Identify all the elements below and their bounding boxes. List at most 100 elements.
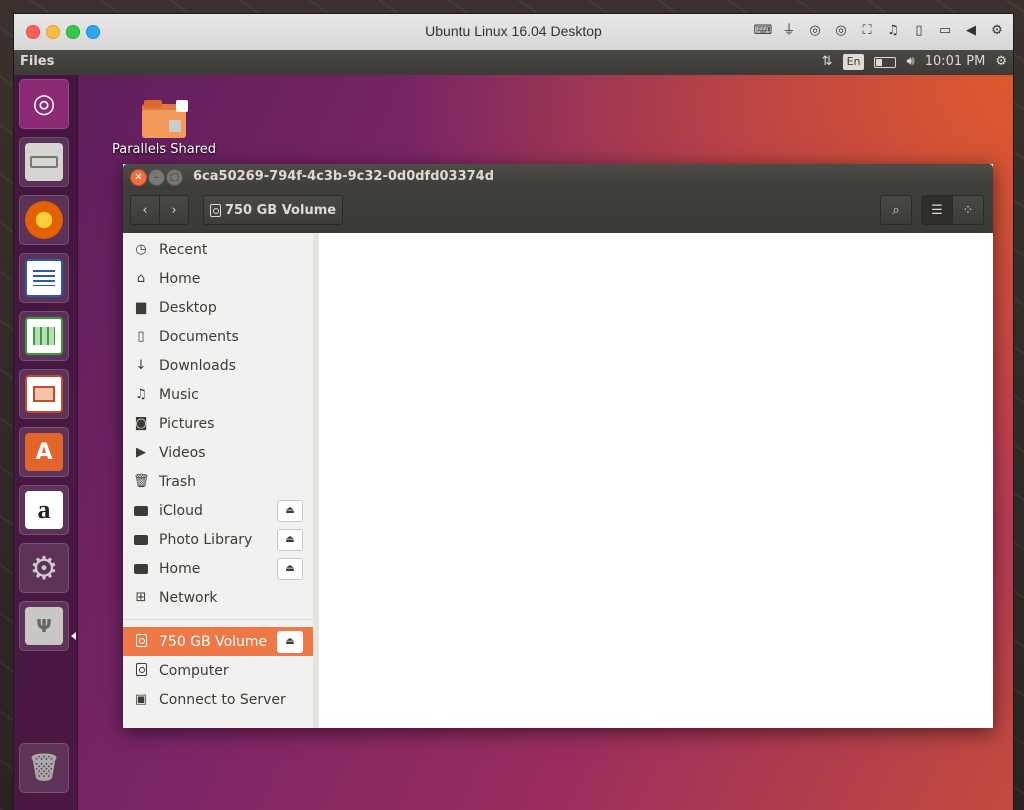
parallels-shared-desktop-icon[interactable]: Parallels Shared bbox=[109, 100, 219, 157]
app-menu-title[interactable]: Files bbox=[20, 54, 54, 69]
launcher-calc[interactable] bbox=[19, 311, 69, 361]
sidebar-item-computer[interactable]: Computer bbox=[123, 656, 313, 685]
files-window: ✕ – ▢ 6ca50269-794f-4c3b-9c32-0d0dfd0337… bbox=[123, 164, 993, 728]
sidebar-item-documents[interactable]: ▯ Documents bbox=[123, 322, 313, 351]
sidebar-item-network[interactable]: ⊞ Network bbox=[123, 583, 313, 612]
network-indicator-icon[interactable]: ⇅ bbox=[822, 52, 833, 72]
disk-icon bbox=[133, 633, 149, 650]
search-button[interactable]: ⌕ bbox=[880, 195, 912, 225]
trash-bin-icon: 🗑︎ bbox=[27, 753, 61, 783]
sidebar-item-icloud[interactable]: iCloud ⏏ bbox=[123, 496, 313, 525]
sidebar-item-trash[interactable]: 🗑︎ Trash bbox=[123, 467, 313, 496]
ubuntu-dash-button[interactable]: ◎ bbox=[19, 79, 69, 129]
window-maximize-button[interactable]: ▢ bbox=[166, 169, 183, 186]
eject-button[interactable]: ⏏ bbox=[277, 630, 303, 653]
cd-icon[interactable]: ◎ bbox=[805, 21, 825, 41]
eject-button[interactable]: ⏏ bbox=[277, 528, 303, 551]
cd-icon[interactable]: ◎ bbox=[831, 21, 851, 41]
launcher-trash[interactable]: 🗑︎ bbox=[19, 743, 69, 793]
sidebar-item-pictures[interactable]: ◙ Pictures bbox=[123, 409, 313, 438]
sidebar-item-label: Pictures bbox=[159, 415, 215, 432]
places-sidebar: ◷ Recent ⌂ Home ▆ Desktop ▯ Documents ↓ … bbox=[123, 233, 314, 728]
sidebar-item-downloads[interactable]: ↓ Downloads bbox=[123, 351, 313, 380]
sidebar-item-desktop[interactable]: ▆ Desktop bbox=[123, 293, 313, 322]
sidebar-item-music[interactable]: ♫ Music bbox=[123, 380, 313, 409]
keyboard-layout-indicator[interactable]: En bbox=[842, 54, 865, 70]
sidebar-item-label: Videos bbox=[159, 444, 206, 461]
drive-icon bbox=[133, 503, 149, 519]
launcher-active-arrow bbox=[71, 632, 76, 640]
arrow-left-icon[interactable]: ◀ bbox=[961, 21, 981, 41]
launcher-software[interactable]: A bbox=[19, 427, 69, 477]
disk-icon bbox=[133, 662, 149, 679]
list-view-icon: ☰ bbox=[931, 202, 943, 218]
sidebar-item-home[interactable]: ⌂ Home bbox=[123, 264, 313, 293]
chevron-left-icon: ‹ bbox=[142, 202, 148, 218]
eject-button[interactable]: ⏏ bbox=[277, 557, 303, 580]
eject-button[interactable]: ⏏ bbox=[277, 499, 303, 522]
launcher-writer[interactable] bbox=[19, 253, 69, 303]
volume-icon[interactable]: 🔊︎ bbox=[906, 52, 914, 72]
sound-icon[interactable]: ♫ bbox=[883, 21, 903, 41]
folder-sync-icon[interactable]: ▭ bbox=[935, 21, 955, 41]
launcher-usb-drive[interactable]: Ψ bbox=[19, 601, 69, 651]
path-bar-label: 750 GB Volume bbox=[224, 202, 337, 218]
window-close-button[interactable]: ✕ bbox=[130, 169, 147, 186]
session-gear-icon[interactable]: ⚙ bbox=[995, 52, 1007, 72]
chevron-right-icon: › bbox=[171, 202, 177, 218]
window-minimize-button[interactable]: – bbox=[148, 169, 165, 186]
sidebar-item-videos[interactable]: ▶ Videos bbox=[123, 438, 313, 467]
usb-icon[interactable]: ⏚ bbox=[779, 21, 799, 41]
battery-icon[interactable] bbox=[874, 56, 897, 68]
back-button[interactable]: ‹ bbox=[130, 195, 160, 225]
sidebar-item-label: Home bbox=[159, 270, 201, 287]
eject-icon: ⏏ bbox=[285, 563, 295, 574]
sidebar-item-home-drive[interactable]: Home ⏏ bbox=[123, 554, 313, 583]
sidebar-item-recent[interactable]: ◷ Recent bbox=[123, 235, 313, 264]
launcher-firefox[interactable] bbox=[19, 195, 69, 245]
device-icon[interactable]: ▯ bbox=[909, 21, 929, 41]
launcher-impress[interactable] bbox=[19, 369, 69, 419]
sidebar-item-photo-library[interactable]: Photo Library ⏏ bbox=[123, 525, 313, 554]
server-icon: ▣ bbox=[134, 691, 148, 707]
amazon-icon: a bbox=[25, 491, 63, 529]
sidebar-item-label: Network bbox=[159, 589, 218, 606]
sidebar-item-label: Music bbox=[159, 386, 199, 403]
launcher-files[interactable] bbox=[19, 137, 69, 187]
files-titlebar: ✕ – ▢ 6ca50269-794f-4c3b-9c32-0d0dfd0337… bbox=[123, 164, 993, 190]
launcher-amazon[interactable]: a bbox=[19, 485, 69, 535]
list-view-button[interactable]: ☰ bbox=[921, 195, 953, 225]
drive-icon bbox=[133, 532, 149, 548]
sidebar-item-label: Computer bbox=[159, 662, 229, 679]
sidebar-item-connect-to-server[interactable]: ▣ Connect to Server bbox=[123, 685, 313, 714]
download-icon: ↓ bbox=[135, 357, 147, 373]
mac-toolbar: ⌨ ⏚ ◎ ◎ ⛶ ♫ ▯ ▭ ◀ ⚙ bbox=[753, 21, 1007, 41]
sidebar-item-label: Downloads bbox=[159, 357, 236, 374]
sidebar-item-label: Photo Library bbox=[159, 531, 253, 548]
unity-launcher: ◎ A a ⚙ Ψ 🗑︎ bbox=[14, 75, 78, 810]
network-icon[interactable]: ⛶ bbox=[857, 21, 877, 41]
grid-view-button[interactable]: ⁘ bbox=[952, 195, 984, 225]
keyboard-icon[interactable]: ⌨ bbox=[753, 21, 773, 41]
grid-view-icon: ⁘ bbox=[962, 202, 974, 218]
gear-icon[interactable]: ⚙ bbox=[987, 21, 1007, 41]
shared-folder-icon bbox=[142, 100, 188, 138]
usb-drive-icon: Ψ bbox=[25, 607, 63, 645]
sidebar-resize-handle[interactable] bbox=[313, 233, 319, 728]
trash-icon: 🗑︎ bbox=[133, 473, 150, 489]
ubuntu-top-panel: Files ⇅ En 🔊︎ 10:01 PM ⚙ bbox=[14, 50, 1013, 75]
path-bar-button[interactable]: 750 GB Volume bbox=[203, 195, 343, 225]
search-icon: ⌕ bbox=[892, 202, 900, 218]
file-view-area[interactable] bbox=[313, 233, 993, 728]
sidebar-separator bbox=[123, 619, 313, 620]
shopping-bag-icon: A bbox=[25, 433, 63, 471]
window-title: 6ca50269-794f-4c3b-9c32-0d0dfd03374d bbox=[193, 169, 495, 184]
launcher-settings[interactable]: ⚙ bbox=[19, 543, 69, 593]
forward-button[interactable]: › bbox=[159, 195, 189, 225]
files-toolbar: ‹ › 750 GB Volume ⌕ ☰ ⁘ bbox=[123, 190, 993, 234]
mac-titlebar: Ubuntu Linux 16.04 Desktop ⌨ ⏚ ◎ ◎ ⛶ ♫ ▯… bbox=[14, 14, 1013, 51]
settings-gear-icon: ⚙ bbox=[29, 549, 59, 587]
sidebar-item-750gb-volume[interactable]: 750 GB Volume ⏏ bbox=[123, 627, 313, 656]
clock-indicator[interactable]: 10:01 PM bbox=[925, 52, 986, 72]
firefox-icon bbox=[25, 201, 63, 239]
